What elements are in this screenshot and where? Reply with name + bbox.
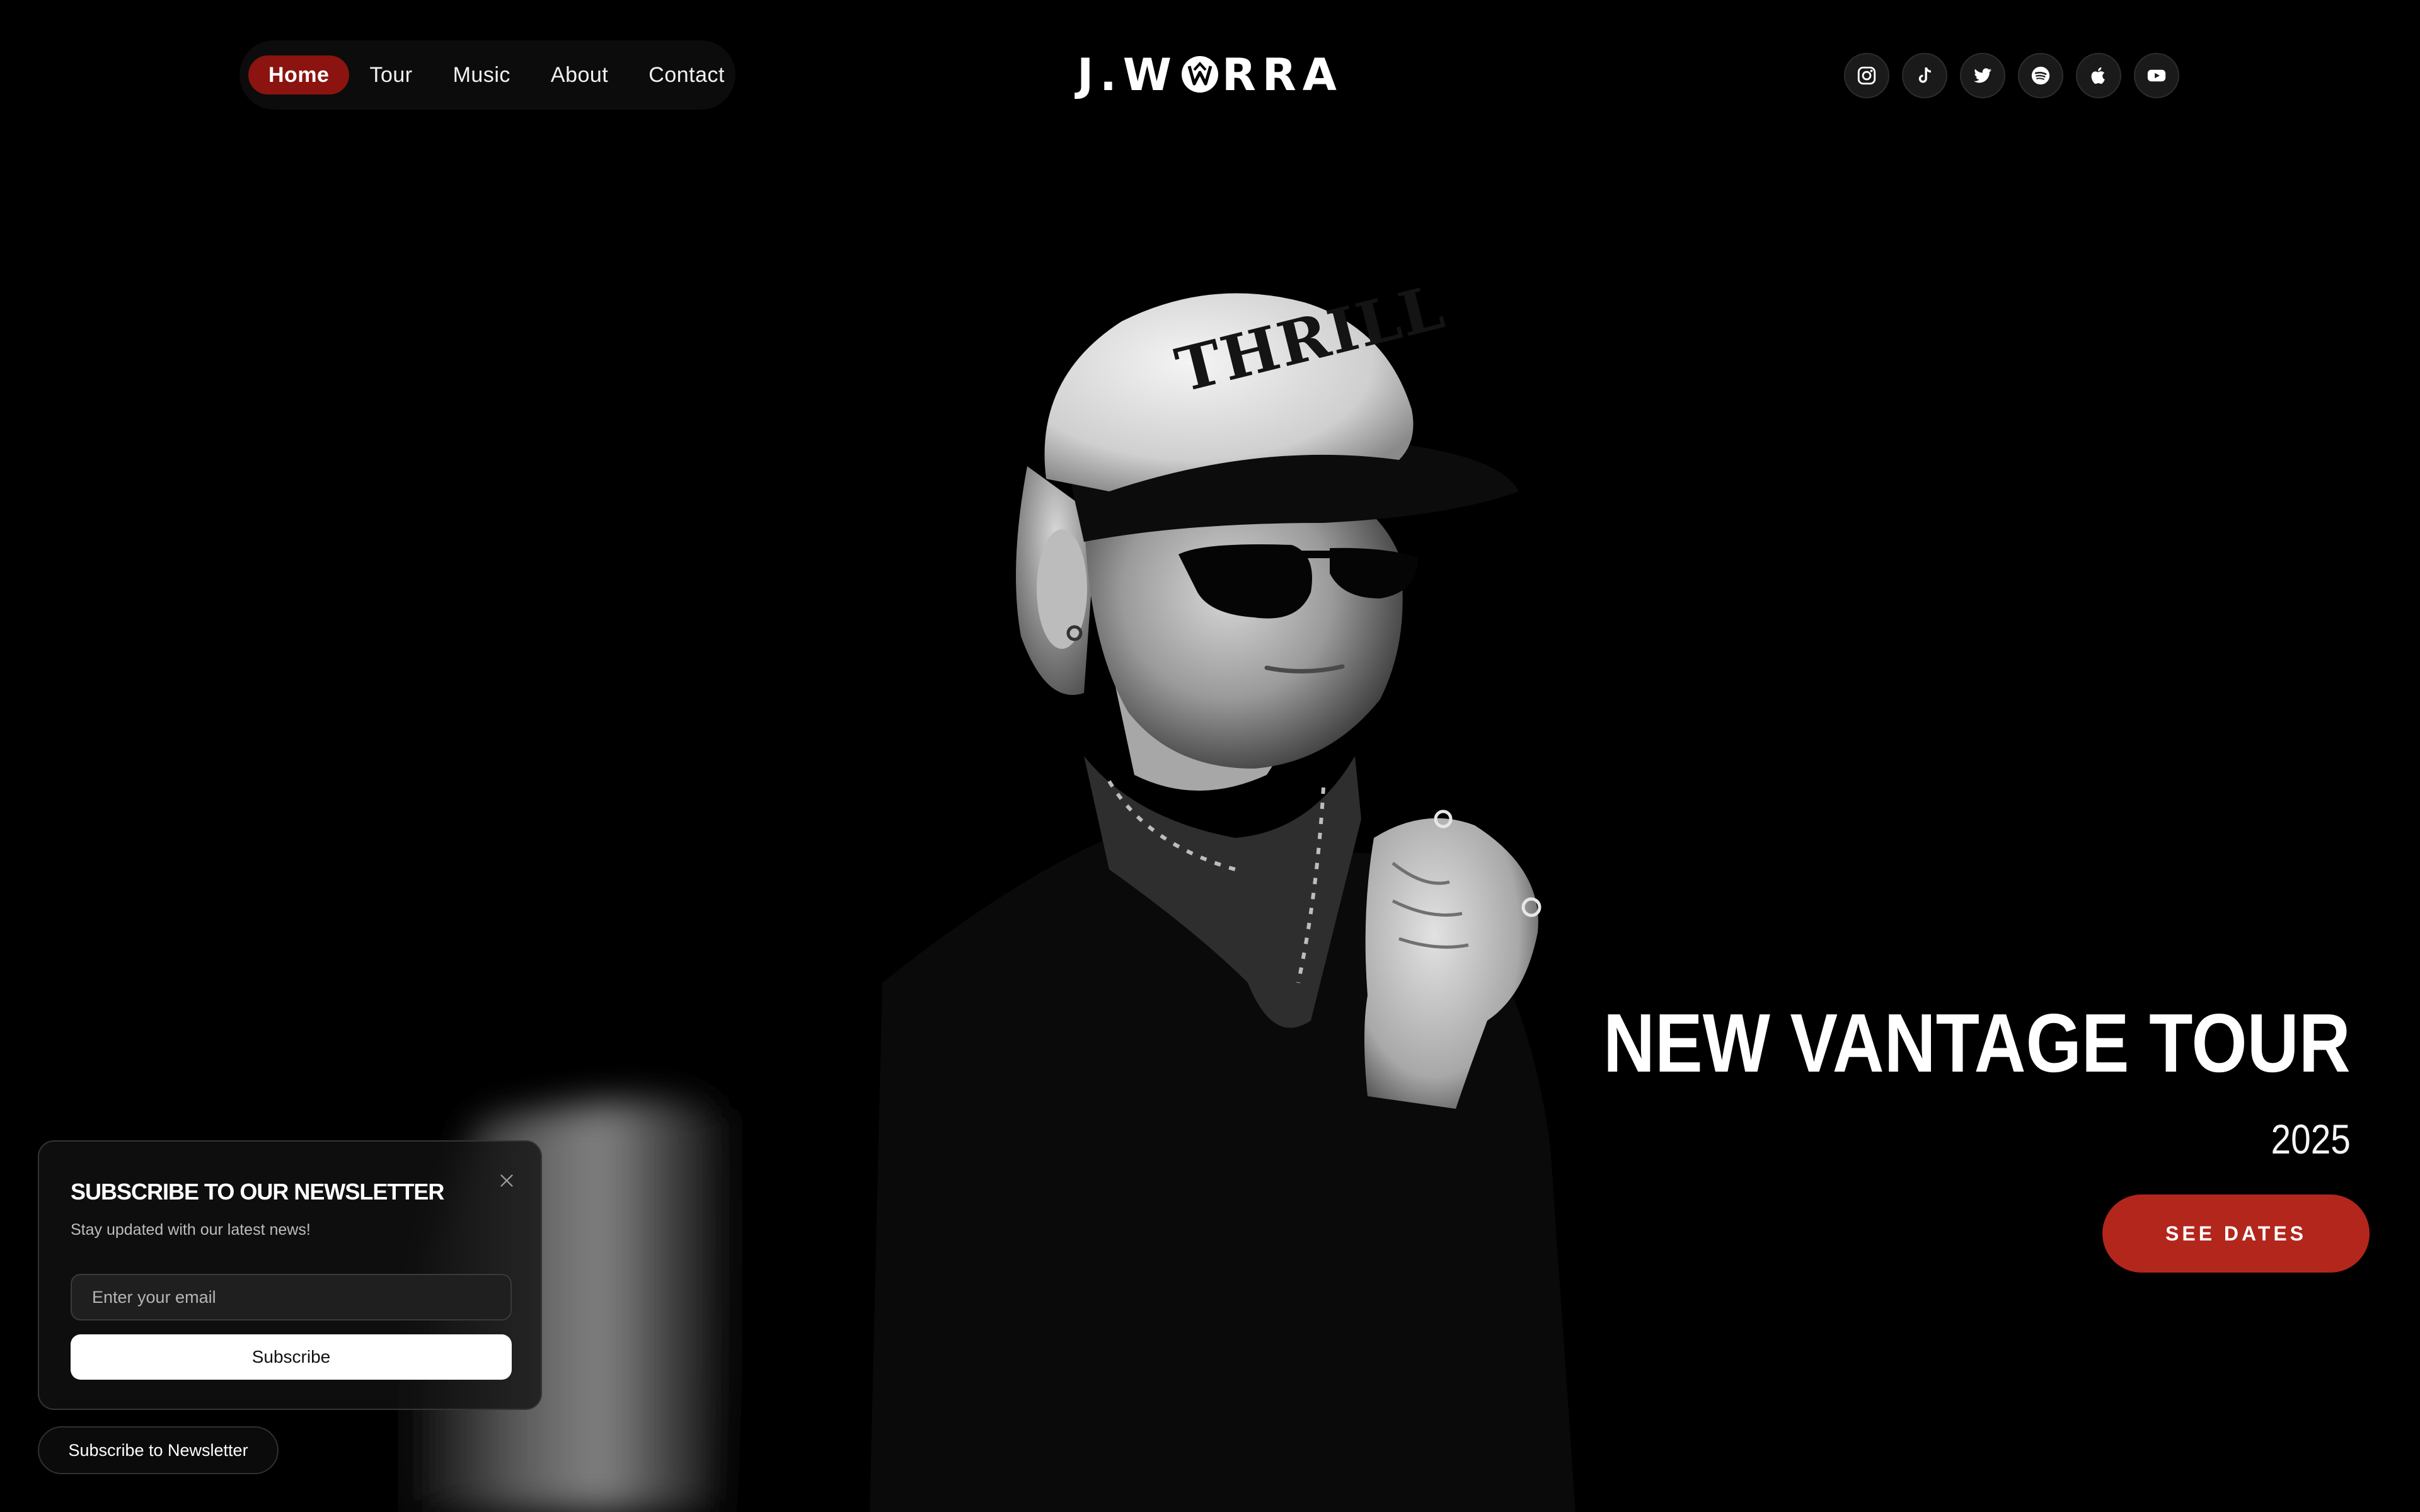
main-nav: Home Tour Music About Contact <box>239 40 735 110</box>
newsletter-popup: SUBSCRIBE TO OUR NEWSLETTER Stay updated… <box>38 1140 542 1410</box>
instagram-icon[interactable] <box>1844 53 1889 98</box>
logo-mark-icon <box>1181 56 1218 93</box>
nav-contact[interactable]: Contact <box>628 55 745 94</box>
social-links <box>1844 53 2179 98</box>
subscribe-to-newsletter-button[interactable]: Subscribe to Newsletter <box>38 1426 279 1474</box>
nav-home[interactable]: Home <box>248 55 350 94</box>
subscribe-button[interactable]: Subscribe <box>71 1334 512 1380</box>
logo-text-left: J.W <box>1077 49 1178 101</box>
nav-tour[interactable]: Tour <box>349 55 432 94</box>
twitter-icon[interactable] <box>1960 53 2005 98</box>
newsletter-title: SUBSCRIBE TO OUR NEWSLETTER <box>71 1179 444 1205</box>
logo-wordmark: J.W RRA <box>1077 49 1343 101</box>
youtube-icon[interactable] <box>2134 53 2179 98</box>
nav-about[interactable]: About <box>531 55 628 94</box>
see-dates-button[interactable]: SEE DATES <box>2102 1194 2370 1273</box>
site-logo[interactable]: J.W RRA <box>1077 48 1337 102</box>
email-input[interactable] <box>71 1274 512 1320</box>
close-icon[interactable] <box>494 1168 519 1193</box>
page: THRILL Home Tour Music About Contact J.W… <box>0 0 2420 1512</box>
hero-year: 2025 <box>2271 1116 2351 1162</box>
tiktok-icon[interactable] <box>1902 53 1947 98</box>
spotify-icon[interactable] <box>2018 53 2063 98</box>
logo-text-right: RRA <box>1221 49 1343 101</box>
newsletter-subtitle: Stay updated with our latest news! <box>71 1221 311 1239</box>
apple-music-icon[interactable] <box>2076 53 2121 98</box>
hero-title: NEW VANTAGE TOUR <box>1603 997 2351 1089</box>
nav-music[interactable]: Music <box>433 55 531 94</box>
